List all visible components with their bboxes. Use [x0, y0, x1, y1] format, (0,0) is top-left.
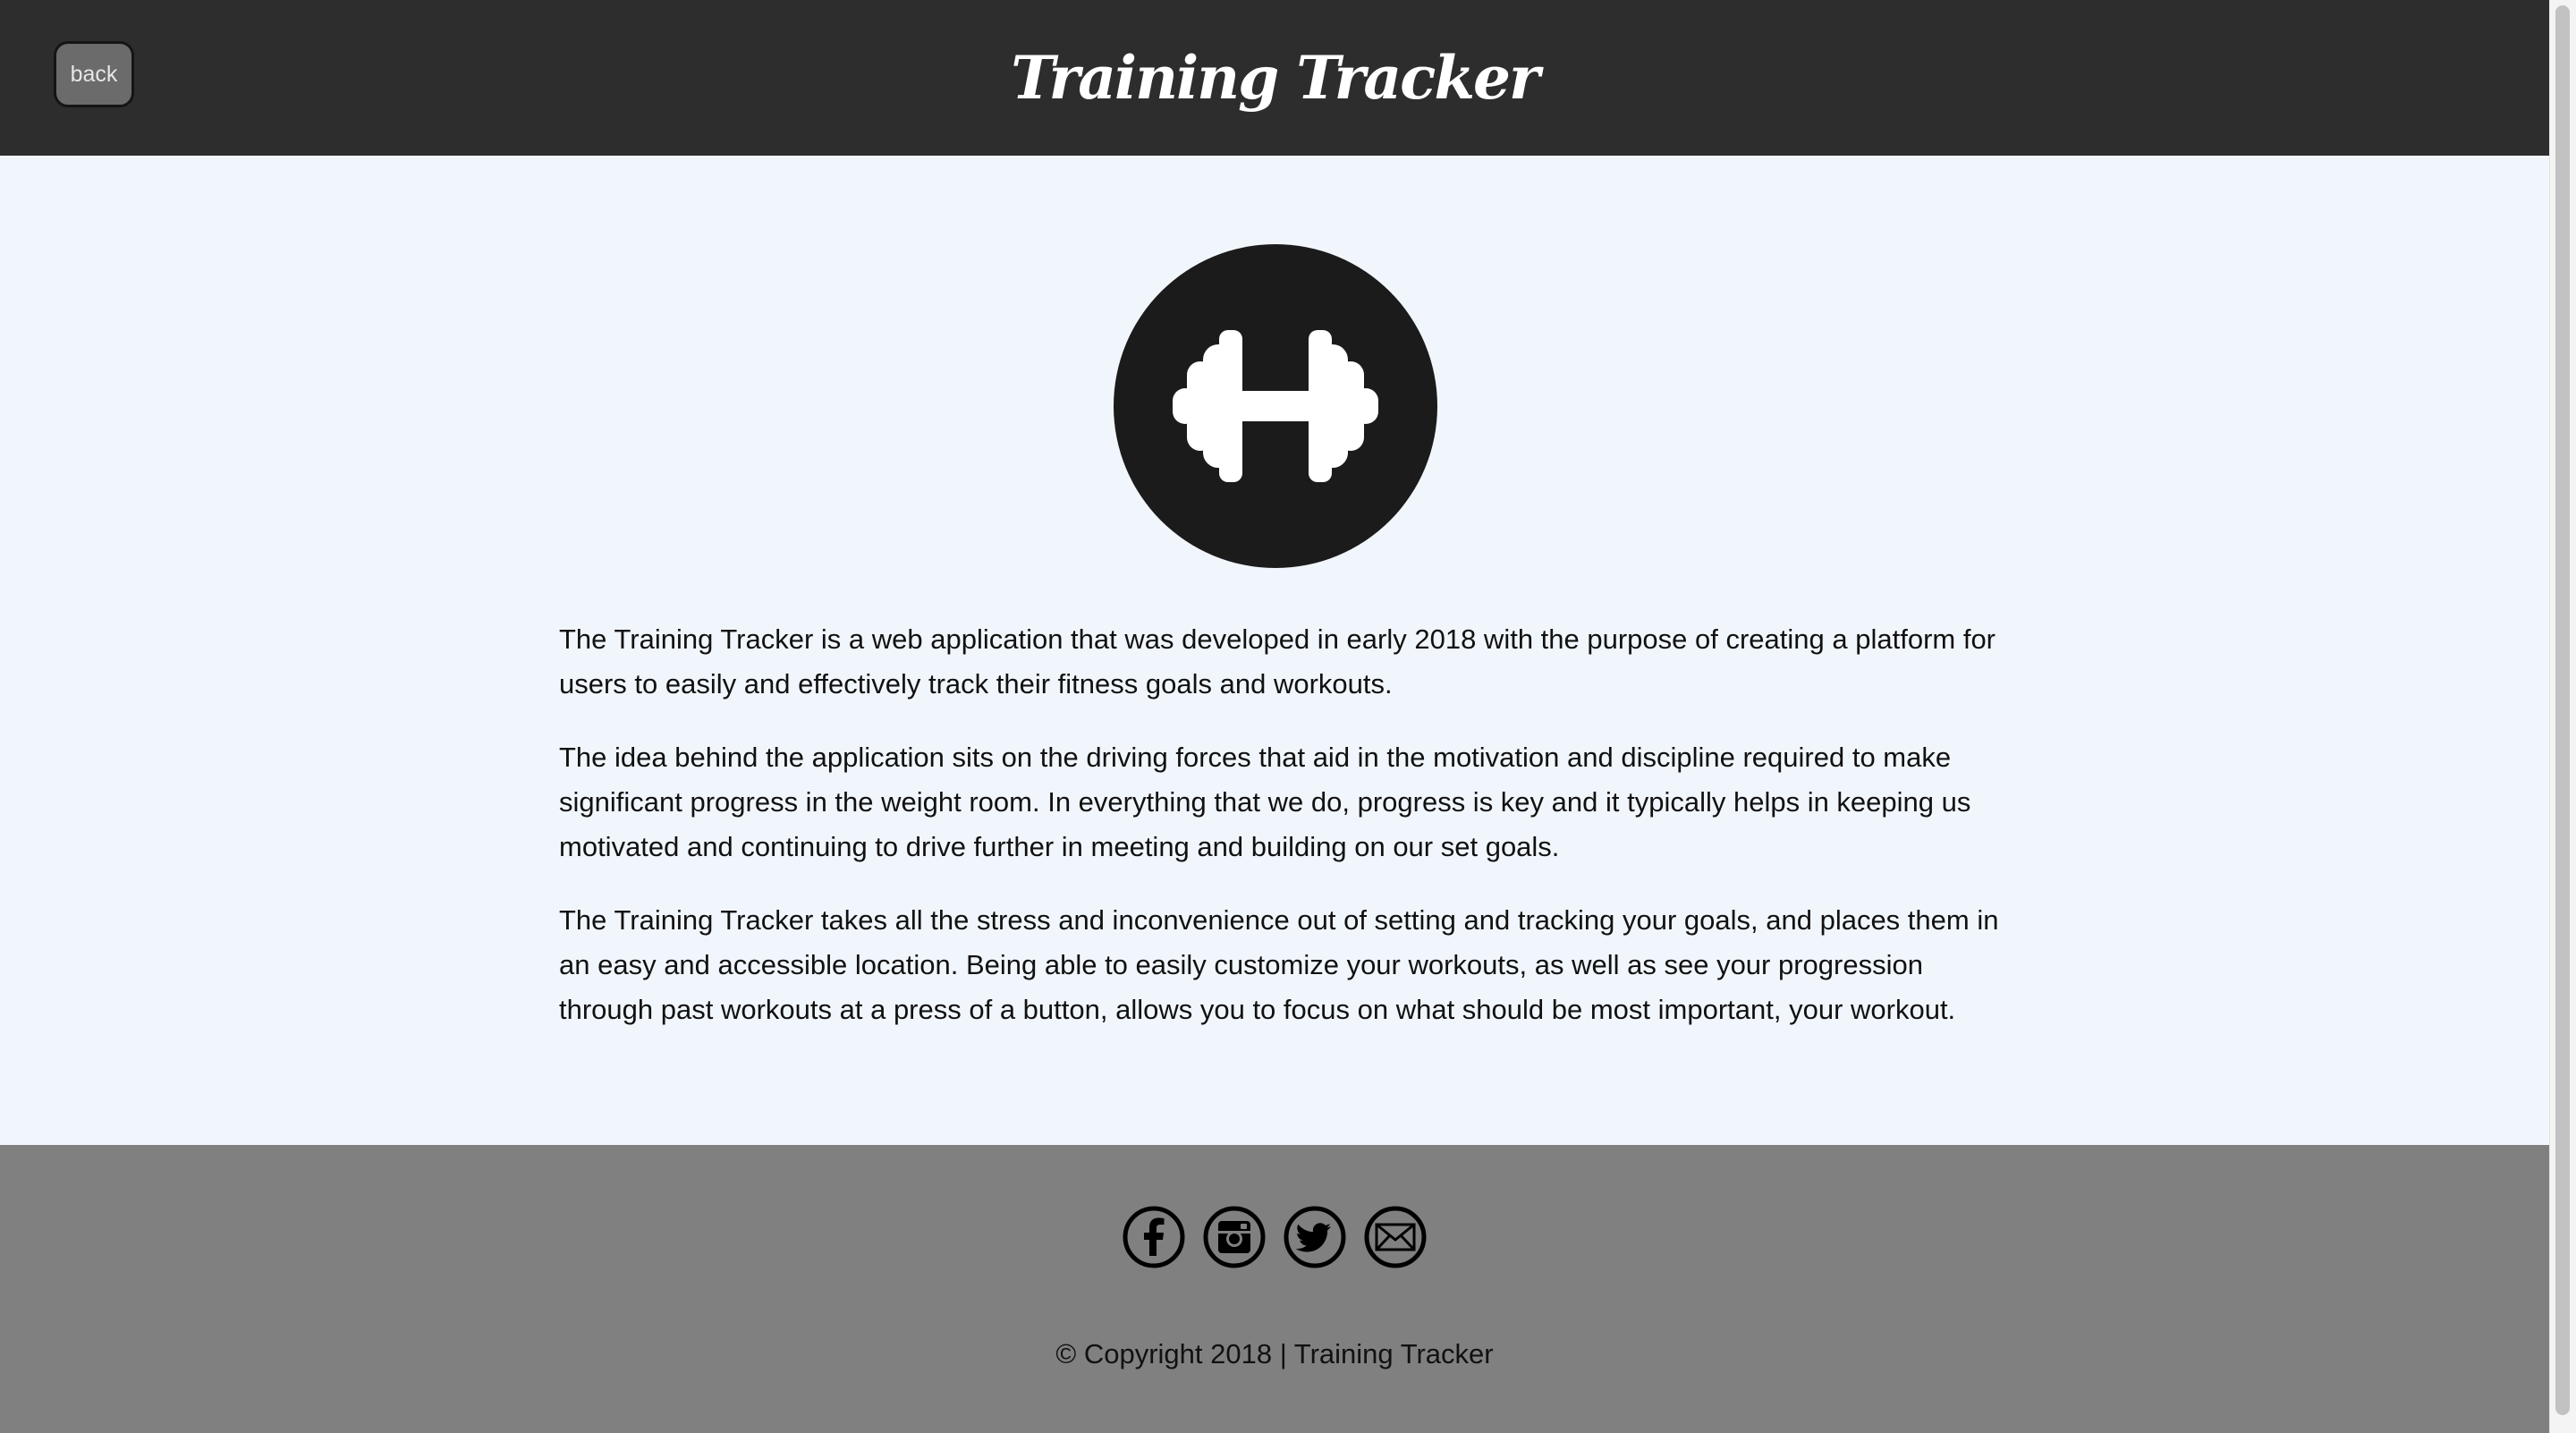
email-icon [1364, 1206, 1427, 1268]
about-paragraph-3: The Training Tracker takes all the stres… [559, 904, 1999, 1025]
site-footer: © Copyright 2018 | Training Tracker [0, 1145, 2549, 1433]
email-link[interactable] [1364, 1206, 1427, 1268]
twitter-link[interactable] [1284, 1206, 1346, 1268]
vertical-scrollbar[interactable] [2549, 0, 2576, 1433]
site-header: back Training Tracker [0, 0, 2549, 156]
facebook-icon [1123, 1206, 1185, 1268]
copyright-text: © Copyright 2018 | Training Tracker [1055, 1338, 1494, 1369]
page: back Training Tracker The Training Track… [0, 0, 2576, 1433]
scrollbar-thumb[interactable] [2555, 5, 2570, 1415]
twitter-icon [1284, 1206, 1346, 1268]
about-text: The Training Tracker is a web applicatio… [559, 617, 1999, 1061]
facebook-link[interactable] [1123, 1206, 1185, 1268]
social-links [0, 1206, 2549, 1268]
instagram-link[interactable] [1203, 1206, 1266, 1268]
instagram-icon [1203, 1206, 1266, 1268]
logo [1114, 244, 1437, 568]
site-title: Training Tracker [1011, 43, 1540, 113]
about-paragraph-1: The Training Tracker is a web applicatio… [559, 623, 1996, 700]
dumbbell-icon [1114, 244, 1437, 568]
about-paragraph-2: The idea behind the application sits on … [559, 742, 1971, 862]
